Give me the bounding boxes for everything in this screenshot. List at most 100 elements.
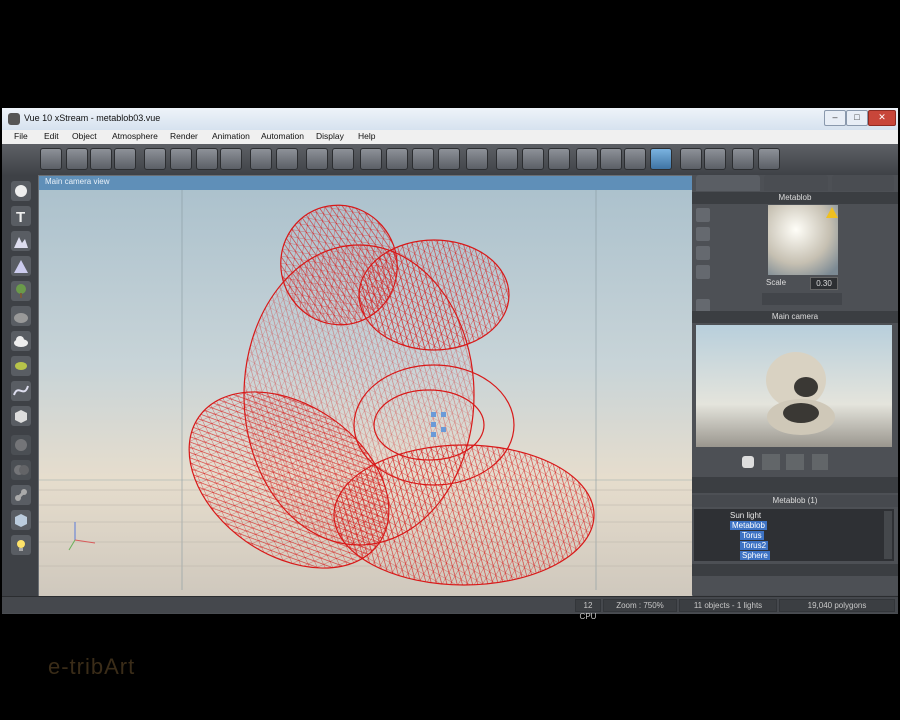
tree-item-torus[interactable]: Torus	[740, 531, 764, 540]
menu-object[interactable]: Object	[72, 131, 97, 141]
menu-help[interactable]: Help	[358, 131, 375, 141]
menu-automation[interactable]: Automation	[261, 131, 304, 141]
clapper-icon[interactable]	[704, 148, 726, 170]
tree-title: Metablob (1)	[692, 495, 898, 507]
menu-display[interactable]: Display	[316, 131, 344, 141]
object-tools: T	[2, 175, 38, 600]
axis-gizmo-icon	[68, 522, 96, 551]
copy-icon[interactable]	[170, 148, 192, 170]
main-toolbar	[2, 144, 898, 175]
cpu-count: 12 CPU	[575, 599, 601, 621]
plant-tool-icon[interactable]	[11, 356, 31, 376]
close-button[interactable]: ✕	[868, 110, 896, 126]
material-toolbar	[762, 293, 842, 305]
save-as-icon[interactable]	[114, 148, 136, 170]
metablob-tool-icon[interactable]	[11, 435, 31, 455]
app-window: Vue 10 xStream - metablob03.vue – □ ✕ Fi…	[2, 108, 898, 621]
render-area-icon[interactable]	[332, 148, 354, 170]
zoom-reset-icon[interactable]	[624, 148, 646, 170]
new-file-icon[interactable]	[40, 148, 62, 170]
checker-icon[interactable]	[696, 265, 710, 279]
zoom-level: Zoom : 750%	[603, 599, 677, 612]
rotate-icon[interactable]	[786, 454, 804, 470]
scale-label: Scale	[766, 278, 787, 287]
viewport-header: Main camera view	[39, 176, 692, 190]
right-panel: Metablob Scale 0.30 Main camera Metablob	[692, 175, 898, 595]
color-icon[interactable]	[466, 148, 488, 170]
rock-tool-icon[interactable]	[11, 306, 31, 326]
tree-scrollbar[interactable]	[884, 511, 892, 559]
undo-icon[interactable]	[250, 148, 272, 170]
tab-aspect[interactable]	[832, 175, 894, 191]
spline-tool-icon[interactable]	[11, 381, 31, 401]
atmosphere-icon[interactable]	[360, 148, 382, 170]
warning-icon	[826, 207, 838, 218]
polygon-count: 19,040 polygons	[779, 599, 895, 612]
zoom-in-icon[interactable]	[576, 148, 598, 170]
world-browser-tree: Sun light Metablob Torus Torus2 Sphere	[694, 509, 894, 561]
tree-item-metablob[interactable]: Metablob	[730, 521, 767, 530]
title-bar: Vue 10 xStream - metablob03.vue – □ ✕	[2, 108, 898, 130]
play-icon[interactable]	[812, 454, 828, 470]
object-title: Metablob	[692, 192, 898, 204]
terrain-icon[interactable]	[496, 148, 518, 170]
camera-view-icon[interactable]	[650, 148, 672, 170]
cloud-tool-icon[interactable]	[11, 331, 31, 351]
camera-tool-icon[interactable]	[11, 510, 31, 530]
maximize-button[interactable]: □	[846, 110, 868, 126]
zoom-out-icon[interactable]	[600, 148, 622, 170]
camera-icon[interactable]	[758, 148, 780, 170]
wireframe-scene	[39, 190, 692, 590]
scale-field[interactable]: 0.30	[810, 277, 838, 290]
save-icon[interactable]	[90, 148, 112, 170]
frame-icon[interactable]	[732, 148, 754, 170]
material-icon[interactable]	[696, 208, 710, 222]
tab-numerics[interactable]	[764, 175, 828, 191]
light-tool-icon[interactable]	[11, 535, 31, 555]
object-count: 11 objects - 1 lights	[679, 599, 777, 612]
sphere-tool-icon[interactable]	[11, 181, 31, 201]
boolean-tool-icon[interactable]	[11, 460, 31, 480]
terrain-tool-icon[interactable]	[11, 231, 31, 251]
scale-icon[interactable]	[548, 148, 570, 170]
duplicate-icon[interactable]	[220, 148, 242, 170]
mapping-icon[interactable]	[696, 227, 710, 241]
fit-icon[interactable]	[762, 454, 780, 470]
menu-render[interactable]: Render	[170, 131, 198, 141]
menu-bar: File Edit Object Atmosphere Render Anima…	[2, 130, 898, 144]
text-tool-icon[interactable]: T	[11, 206, 31, 226]
tree-bottom-toolbar	[692, 564, 898, 576]
menu-edit[interactable]: Edit	[44, 131, 59, 141]
cube-icon[interactable]	[386, 148, 408, 170]
hand-icon[interactable]	[742, 456, 754, 468]
bar-icon[interactable]	[522, 148, 544, 170]
mountain-tool-icon[interactable]	[11, 256, 31, 276]
render-preview[interactable]	[696, 325, 892, 447]
tab-object-properties[interactable]	[696, 175, 760, 191]
tree-toolbar	[692, 477, 898, 493]
main-camera-viewport[interactable]: Main camera view	[38, 175, 693, 597]
menu-file[interactable]: File	[14, 131, 28, 141]
redo-icon[interactable]	[276, 148, 298, 170]
render-icon[interactable]	[306, 148, 328, 170]
metablob-wireframe	[188, 204, 595, 586]
sphere-icon[interactable]	[438, 148, 460, 170]
minimize-button[interactable]: –	[824, 110, 846, 126]
menu-animation[interactable]: Animation	[212, 131, 250, 141]
film-icon[interactable]	[680, 148, 702, 170]
cut-icon[interactable]	[144, 148, 166, 170]
tree-item-sphere[interactable]: Sphere	[740, 551, 770, 560]
paint-icon[interactable]	[412, 148, 434, 170]
app-icon	[8, 113, 20, 125]
open-file-icon[interactable]	[66, 148, 88, 170]
paste-icon[interactable]	[196, 148, 218, 170]
status-bar: 12 CPU Zoom : 750% 11 objects - 1 lights…	[2, 596, 898, 621]
tree-tool-icon[interactable]	[11, 281, 31, 301]
viewport-title: Main camera view	[45, 177, 110, 186]
grid-icon[interactable]	[696, 246, 710, 260]
symmetric-tool-icon[interactable]	[11, 485, 31, 505]
menu-atmosphere[interactable]: Atmosphere	[112, 131, 158, 141]
cube-tool-icon[interactable]	[11, 406, 31, 426]
tree-item-sun-light[interactable]: Sun light	[730, 511, 761, 520]
tree-item-torus2[interactable]: Torus2	[740, 541, 769, 550]
